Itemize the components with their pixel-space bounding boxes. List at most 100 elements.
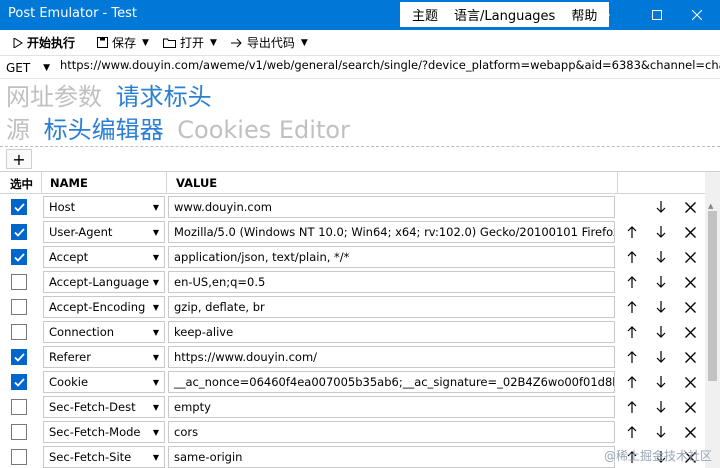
header-value-input[interactable]: Mozilla/5.0 (Windows NT 10.0; Win64; x64… xyxy=(168,221,615,243)
delete-row-button[interactable] xyxy=(681,423,699,441)
move-down-button[interactable] xyxy=(652,298,670,316)
header-name-select[interactable]: Sec-Fetch-Dest ▼ xyxy=(43,396,165,418)
tab-url-params[interactable]: 网址参数 xyxy=(6,83,102,111)
header-value-input[interactable]: cors xyxy=(168,421,615,443)
row-checkbox[interactable] xyxy=(11,424,27,440)
delete-row-button[interactable] xyxy=(681,273,699,291)
move-up-button[interactable] xyxy=(623,423,641,441)
close-icon xyxy=(684,301,696,313)
move-up-button[interactable] xyxy=(623,398,641,416)
header-value-input[interactable]: keep-alive xyxy=(168,321,615,343)
move-up-button[interactable] xyxy=(623,323,641,341)
header-value-input[interactable]: __ac_nonce=06460f4ea007005b35ab6;__ac_si… xyxy=(168,371,615,393)
row-checkbox[interactable] xyxy=(11,249,27,265)
menu-language[interactable]: 语言/Languages xyxy=(446,5,563,24)
row-checkbox[interactable] xyxy=(11,199,27,215)
table-row: Sec-Fetch-Mode ▼ cors xyxy=(0,420,720,445)
tab-source[interactable]: 源 xyxy=(6,116,30,144)
move-down-button[interactable] xyxy=(652,273,670,291)
move-up-button[interactable] xyxy=(623,348,641,366)
header-value-input[interactable]: application/json, text/plain, */* xyxy=(168,246,615,268)
header-value-input[interactable]: https://www.douyin.com/ xyxy=(168,346,615,368)
header-name-select[interactable]: Cookie ▼ xyxy=(43,371,165,393)
chevron-down-icon: ▼ xyxy=(152,327,159,337)
delete-row-button[interactable] xyxy=(681,248,699,266)
checkmark-icon xyxy=(13,252,25,262)
headers-grid: 选中 NAME VALUE Host ▼ www.douyin.com User-Ag… xyxy=(0,171,720,468)
row-checkbox[interactable] xyxy=(11,324,27,340)
header-name-select[interactable]: Accept ▼ xyxy=(43,246,165,268)
delete-row-button[interactable] xyxy=(681,348,699,366)
row-checkbox[interactable] xyxy=(11,224,27,240)
header-name-select[interactable]: Connection ▼ xyxy=(43,321,165,343)
row-checkbox[interactable] xyxy=(11,399,27,415)
run-label: 开始执行 xyxy=(27,36,76,50)
header-name-select[interactable]: Host ▼ xyxy=(43,196,165,218)
header-name-select[interactable]: User-Agent ▼ xyxy=(43,221,165,243)
header-name-select[interactable]: Sec-Fetch-Mode ▼ xyxy=(43,421,165,443)
table-row: Accept-Language ▼ en-US,en;q=0.5 xyxy=(0,270,720,295)
delete-row-button[interactable] xyxy=(681,398,699,416)
header-value-input[interactable]: www.douyin.com xyxy=(168,196,615,218)
run-button[interactable]: 开始执行 xyxy=(6,32,82,54)
header-name-select[interactable]: Sec-Fetch-Site ▼ xyxy=(43,446,165,468)
header-name-select[interactable]: Referer ▼ xyxy=(43,346,165,368)
scroll-up-icon[interactable]: ▲ xyxy=(708,202,713,210)
delete-row-button[interactable] xyxy=(681,323,699,341)
chevron-down-icon: ▼ xyxy=(152,377,159,387)
move-down-button[interactable] xyxy=(652,223,670,241)
row-checkbox[interactable] xyxy=(11,449,27,465)
open-label: 打开 xyxy=(179,36,204,50)
arrow-down-icon xyxy=(656,376,666,388)
header-value-input[interactable]: gzip, deflate, br xyxy=(168,296,615,318)
save-button[interactable]: 保存 ▼ xyxy=(90,32,156,54)
header-name: User-Agent xyxy=(49,225,113,239)
move-up-button[interactable] xyxy=(623,273,641,291)
export-code-button[interactable]: 导出代码 ▼ xyxy=(224,32,315,54)
move-down-button[interactable] xyxy=(652,398,670,416)
url-input[interactable]: https://www.douyin.com/aweme/v1/web/gene… xyxy=(56,58,720,78)
header-value-input[interactable]: empty xyxy=(168,396,615,418)
scrollbar-thumb[interactable] xyxy=(708,211,717,381)
row-checkbox[interactable] xyxy=(11,299,27,315)
method-select[interactable]: GET ▼ xyxy=(0,58,56,78)
row-checkbox[interactable] xyxy=(11,349,27,365)
tab-request-headers[interactable]: 请求标头 xyxy=(116,83,212,111)
delete-row-button[interactable] xyxy=(681,373,699,391)
tab-cookies-editor[interactable]: Cookies Editor xyxy=(177,116,350,144)
minimize-button[interactable] xyxy=(582,0,628,30)
delete-row-button[interactable] xyxy=(681,223,699,241)
row-checkbox[interactable] xyxy=(11,274,27,290)
open-button[interactable]: 打开 ▼ xyxy=(156,32,224,54)
move-up-button[interactable] xyxy=(623,248,641,266)
row-checkbox[interactable] xyxy=(11,374,27,390)
move-down-button[interactable] xyxy=(652,348,670,366)
header-name: Cookie xyxy=(49,375,89,389)
method-value: GET xyxy=(6,60,31,75)
delete-row-button[interactable] xyxy=(681,298,699,316)
move-up-button[interactable] xyxy=(623,373,641,391)
move-down-button[interactable] xyxy=(652,248,670,266)
delete-row-button[interactable] xyxy=(681,198,699,216)
move-down-button[interactable] xyxy=(652,198,670,216)
header-value-input[interactable]: same-origin xyxy=(168,446,615,468)
move-down-button[interactable] xyxy=(652,373,670,391)
table-row: Sec-Fetch-Dest ▼ empty xyxy=(0,395,720,420)
table-row: Cookie ▼ __ac_nonce=06460f4ea007005b35ab6;… xyxy=(0,370,720,395)
tab-header-editor[interactable]: 标头编辑器 xyxy=(44,116,164,144)
column-divider xyxy=(41,172,42,194)
move-down-button[interactable] xyxy=(652,323,670,341)
menu-theme[interactable]: 主题 xyxy=(404,5,446,24)
vertical-scrollbar[interactable]: ▲ xyxy=(705,172,720,468)
move-down-button[interactable] xyxy=(652,423,670,441)
save-label: 保存 xyxy=(112,36,137,50)
column-value: VALUE xyxy=(176,176,218,190)
move-up-button[interactable] xyxy=(623,223,641,241)
header-value-input[interactable]: en-US,en;q=0.5 xyxy=(168,271,615,293)
header-name-select[interactable]: Accept-Language ▼ xyxy=(43,271,165,293)
close-window-button[interactable] xyxy=(674,0,720,30)
add-header-button[interactable]: + xyxy=(6,149,32,169)
header-name-select[interactable]: Accept-Encoding ▼ xyxy=(43,296,165,318)
move-up-button[interactable] xyxy=(623,298,641,316)
header-name: Referer xyxy=(49,350,91,364)
